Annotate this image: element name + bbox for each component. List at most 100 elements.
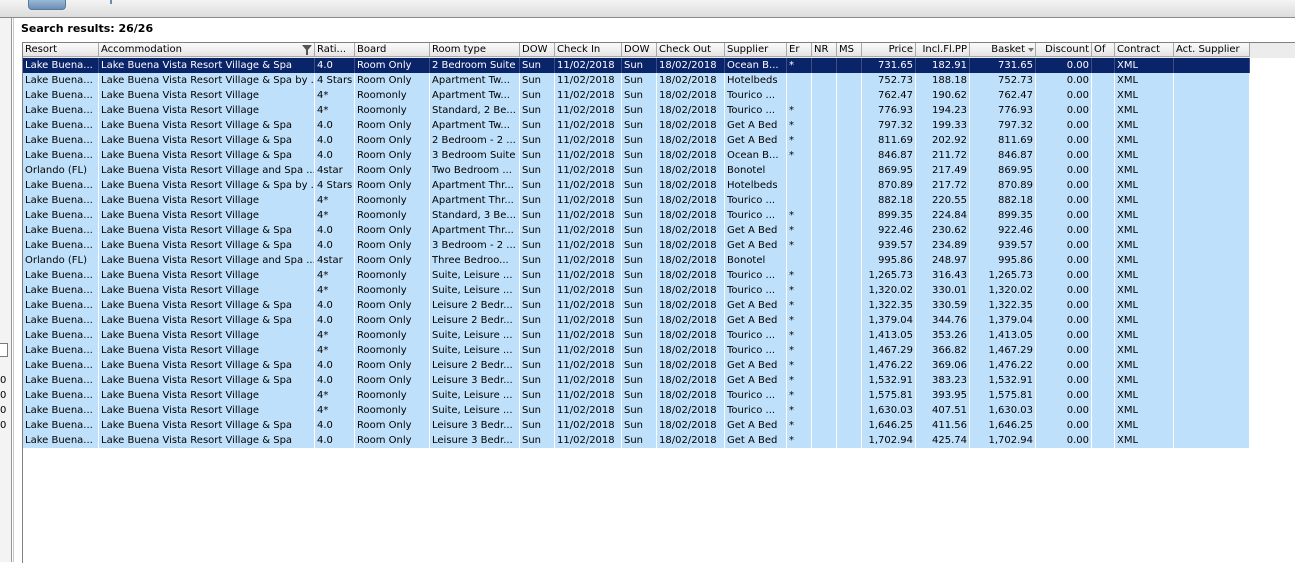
column-header-board[interactable]: Board [355,43,430,57]
column-header-label: Supplier [727,44,769,55]
table-row[interactable]: Lake Buena... Lake Buena Vista Resort Vil… [23,193,1250,208]
table-row[interactable]: Lake Buena... Lake Buena Vista Resort Vil… [23,238,1250,253]
table-row[interactable]: Lake Buena... Lake Buena Vista Resort Vil… [23,133,1250,148]
cell-resort: Lake Buena... [23,208,99,223]
table-row[interactable]: Lake Buena... Lake Buena Vista Resort Vil… [23,283,1250,298]
cell-rating: 4* [315,403,355,418]
cell-resort: Lake Buena... [23,388,99,403]
column-header-er[interactable]: Er [787,43,812,57]
column-header-checkin[interactable]: Check In [555,43,622,57]
cell-contract: XML [1115,433,1174,448]
cell-checkout: 18/02/2018 [657,403,725,418]
cell-checkout: 18/02/2018 [657,253,725,268]
table-row[interactable]: Lake Buena... Lake Buena Vista Resort Vil… [23,118,1250,133]
column-header-act[interactable]: Act. Supplier [1174,43,1250,57]
column-header-resort[interactable]: Resort [23,43,99,57]
column-header-rating[interactable]: Rati... [315,43,355,57]
cell-discount: 0.00 [1036,223,1092,238]
cell-er: * [787,388,812,403]
table-row[interactable]: Lake Buena... Lake Buena Vista Resort Vil… [23,433,1250,448]
cell-board: Room Only [355,313,430,328]
column-header-room[interactable]: Room type [430,43,520,57]
cell-act [1174,73,1250,88]
column-header-supplier[interactable]: Supplier [725,43,787,57]
cell-discount: 0.00 [1036,358,1092,373]
cell-ms [837,373,862,388]
table-row[interactable]: Lake Buena... Lake Buena Vista Resort Vil… [23,328,1250,343]
column-header-dow1[interactable]: DOW [520,43,555,57]
filter-icon[interactable] [302,45,312,55]
table-row[interactable]: Lake Buena... Lake Buena Vista Resort Vil… [23,88,1250,103]
cell-ms [837,223,862,238]
cell-board: Room Only [355,238,430,253]
cell-nr [812,343,837,358]
table-row[interactable]: Lake Buena... Lake Buena Vista Resort Vil… [23,223,1250,238]
table-row[interactable]: Lake Buena... Lake Buena Vista Resort Vil… [23,298,1250,313]
table-row[interactable]: Lake Buena... Lake Buena Vista Resort Vil… [23,403,1250,418]
cell-of [1092,133,1115,148]
column-header-incl[interactable]: Incl.Fl.PP [916,43,970,57]
cell-room: Suite, Leisure ... [430,403,520,418]
cell-act [1174,433,1250,448]
table-row[interactable]: Lake Buena... Lake Buena Vista Resort Vil… [23,418,1250,433]
column-header-checkout[interactable]: Check Out [657,43,725,57]
cell-board: Roomonly [355,88,430,103]
column-header-of[interactable]: Of [1092,43,1115,57]
cell-supplier: Tourico ... [725,283,787,298]
table-row[interactable]: Lake Buena... Lake Buena Vista Resort Vil… [23,208,1250,223]
cell-nr [812,253,837,268]
column-header-contract[interactable]: Contract [1115,43,1174,57]
cell-basket: 846.87 [970,148,1036,163]
table-row[interactable]: Lake Buena... Lake Buena Vista Resort Vil… [23,73,1250,88]
cell-of [1092,253,1115,268]
cell-board: Roomonly [355,103,430,118]
column-header-price[interactable]: Price [862,43,916,57]
cell-board: Room Only [355,118,430,133]
table-row[interactable]: Lake Buena... Lake Buena Vista Resort Vil… [23,268,1250,283]
table-row[interactable]: Lake Buena... Lake Buena Vista Resort Vil… [23,373,1250,388]
table-row[interactable]: Lake Buena... Lake Buena Vista Resort Vil… [23,178,1250,193]
cell-room: Apartment Tw... [430,73,520,88]
cell-dow2: Sun [622,358,657,373]
cell-contract: XML [1115,223,1174,238]
cell-nr [812,328,837,343]
cell-resort: Lake Buena... [23,178,99,193]
table-row[interactable]: Orlando (FL) Lake Buena Vista Resort Vill… [23,253,1250,268]
toolbar-app-icon[interactable] [28,0,66,10]
table-row[interactable]: Orlando (FL) Lake Buena Vista Resort Vill… [23,163,1250,178]
top-toolbar [0,0,1295,18]
column-header-basket[interactable]: Basket [970,43,1036,57]
table-row[interactable]: Lake Buena... Lake Buena Vista Resort Vil… [23,58,1250,73]
table-row[interactable]: Lake Buena... Lake Buena Vista Resort Vil… [23,343,1250,358]
cell-basket: 1,476.22 [970,358,1036,373]
cell-dow1: Sun [520,163,555,178]
cell-rating: 4* [315,283,355,298]
cell-rating: 4* [315,268,355,283]
cell-nr [812,118,837,133]
column-header-dow2[interactable]: DOW [622,43,657,57]
panel-splitter[interactable] [13,18,14,562]
cell-nr [812,208,837,223]
table-row[interactable]: Lake Buena... Lake Buena Vista Resort Vil… [23,388,1250,403]
column-header-ms[interactable]: MS [837,43,862,57]
cell-dow1: Sun [520,193,555,208]
cell-price: 1,476.22 [862,358,916,373]
table-row[interactable]: Lake Buena... Lake Buena Vista Resort Vil… [23,148,1250,163]
left-panel-checkbox[interactable] [0,343,8,357]
cell-nr [812,133,837,148]
cell-checkin: 11/02/2018 [555,358,622,373]
table-row[interactable]: Lake Buena... Lake Buena Vista Resort Vil… [23,103,1250,118]
cell-resort: Lake Buena... [23,313,99,328]
column-header-discount[interactable]: Discount [1036,43,1092,57]
table-row[interactable]: Lake Buena... Lake Buena Vista Resort Vil… [23,358,1250,373]
cell-ms [837,58,862,73]
column-header-nr[interactable]: NR [812,43,837,57]
cell-ms [837,73,862,88]
column-header-label: Price [888,44,913,55]
column-header-acc[interactable]: Accommodation [99,43,315,57]
cell-price: 939.57 [862,238,916,253]
cell-ms [837,103,862,118]
cell-basket: 1,532.91 [970,373,1036,388]
table-row[interactable]: Lake Buena... Lake Buena Vista Resort Vil… [23,313,1250,328]
left-panel-value: 0 [0,390,7,401]
